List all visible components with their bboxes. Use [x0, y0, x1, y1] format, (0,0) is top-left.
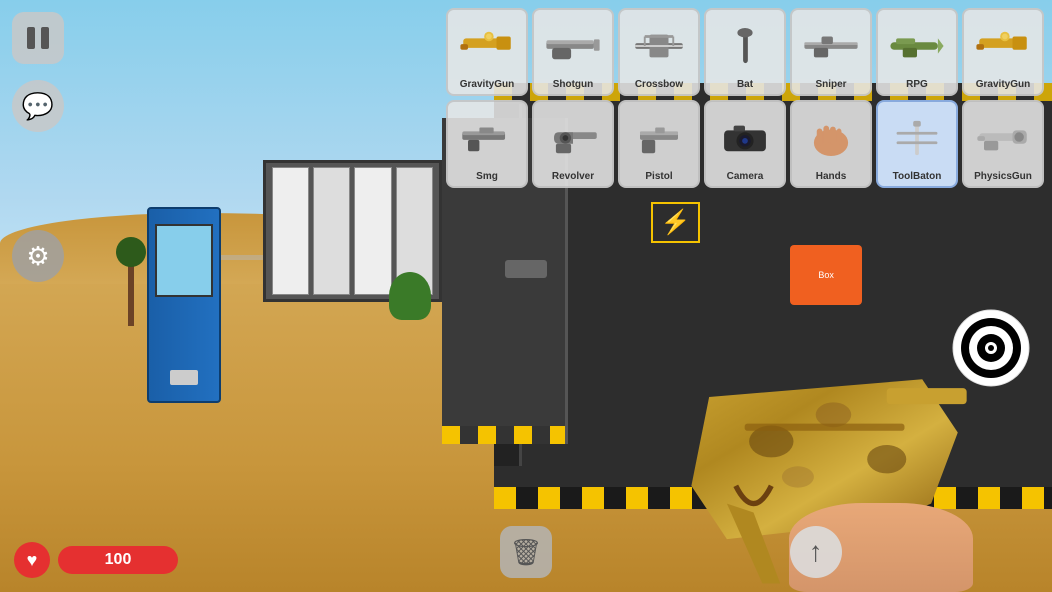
lightning-symbol-2: ⚡	[651, 202, 701, 243]
crossbow-name: Crossbow	[635, 79, 683, 90]
sniper-icon	[802, 27, 860, 65]
weapon-slot-sniper[interactable]: Sniper	[790, 8, 872, 96]
drone	[505, 260, 547, 278]
weapon-slot-shotgun[interactable]: Shotgun	[532, 8, 614, 96]
vending-machine	[147, 207, 221, 402]
hands-icon-area	[794, 106, 868, 169]
pistol-name: Pistol	[645, 171, 672, 182]
chat-button[interactable]: 💬	[12, 80, 64, 132]
pause-button[interactable]	[12, 12, 64, 64]
target-poster-3	[354, 167, 391, 295]
pause-icon	[27, 27, 49, 49]
rpg-name: RPG	[906, 79, 928, 90]
smg-icon-area	[450, 106, 524, 169]
rpg-icon-area	[880, 14, 954, 77]
vending-screen	[155, 224, 213, 297]
gravityggun2-icon	[974, 27, 1032, 65]
crossbow-icon	[630, 27, 688, 65]
camera-icon	[716, 119, 774, 157]
crossbow-icon-area	[622, 14, 696, 77]
weapon-slot-gravityggun2[interactable]: GravityGun	[962, 8, 1044, 96]
tree-left	[105, 237, 158, 326]
weapon-slot-gravityggun1[interactable]: GravityGun	[446, 8, 528, 96]
toolbaton-icon	[888, 119, 946, 157]
physicsgun-icon	[974, 119, 1032, 157]
vending-slot	[170, 370, 198, 385]
sniper-icon-area	[794, 14, 868, 77]
weapon-in-hand	[526, 296, 1052, 592]
gravityggun2-name: GravityGun	[976, 79, 1030, 90]
weapon-slot-camera[interactable]: Camera	[704, 100, 786, 188]
camera-name: Camera	[727, 171, 764, 182]
gravityggun1-icon-area	[450, 14, 524, 77]
settings-icon: ⚙	[26, 241, 49, 272]
weapon-slot-bat[interactable]: Bat	[704, 8, 786, 96]
hands-icon	[802, 119, 860, 157]
revolver-name: Revolver	[552, 171, 594, 182]
weapon-slot-smg[interactable]: Smg	[446, 100, 528, 188]
trash-button[interactable]: 🗑	[500, 526, 552, 578]
weapon-slot-pistol[interactable]: Pistol	[618, 100, 700, 188]
target-poster-2	[313, 167, 350, 295]
camera-icon-area	[708, 106, 782, 169]
toolbaton-name: ToolBaton	[893, 171, 942, 182]
smg-name: Smg	[476, 171, 498, 182]
shotgun-icon-area	[536, 14, 610, 77]
smg-icon	[458, 119, 516, 157]
target-poster-1	[272, 167, 309, 295]
trash-icon: 🗑	[509, 537, 542, 568]
toolbaton-icon-area	[880, 106, 954, 169]
hands-name: Hands	[816, 171, 847, 182]
weapon-slot-hands[interactable]: Hands	[790, 100, 872, 188]
bat-name: Bat	[737, 79, 753, 90]
bat-icon-area	[708, 14, 782, 77]
physicsgun-name: PhysicsGun	[974, 171, 1032, 182]
gravityggun2-icon-area	[966, 14, 1040, 77]
weapon-slot-toolbaton[interactable]: ToolBaton	[876, 100, 958, 188]
weapon-slot-rpg[interactable]: RPG	[876, 8, 958, 96]
jump-button[interactable]: ↑	[790, 526, 842, 578]
shotgun-name: Shotgun	[553, 79, 594, 90]
sniper-name: Sniper	[815, 79, 846, 90]
rpg-icon	[888, 27, 946, 65]
bush-mid	[389, 272, 431, 319]
pistol-icon	[630, 119, 688, 157]
pause-bar-left	[27, 27, 35, 49]
sign-text: Box	[818, 270, 834, 280]
pause-bar-right	[41, 27, 49, 49]
weapon-slot-crossbow[interactable]: Crossbow	[618, 8, 700, 96]
revolver-icon	[544, 119, 602, 157]
shotgun-icon	[544, 27, 602, 65]
revolver-icon-area	[536, 106, 610, 169]
weapon-slot-revolver[interactable]: Revolver	[532, 100, 614, 188]
weapon-slot-physicsgun[interactable]: PhysicsGun	[962, 100, 1044, 188]
physicsgun-icon-area	[966, 106, 1040, 169]
chat-icon: 💬	[22, 91, 54, 122]
up-arrow-icon: ↑	[809, 536, 823, 568]
settings-button[interactable]: ⚙	[12, 230, 64, 282]
tree-top	[116, 237, 146, 267]
bat-icon	[716, 27, 774, 65]
pistol-icon-area	[622, 106, 696, 169]
gravityggun1-icon	[458, 27, 516, 65]
gravityggun1-name: GravityGun	[460, 79, 514, 90]
